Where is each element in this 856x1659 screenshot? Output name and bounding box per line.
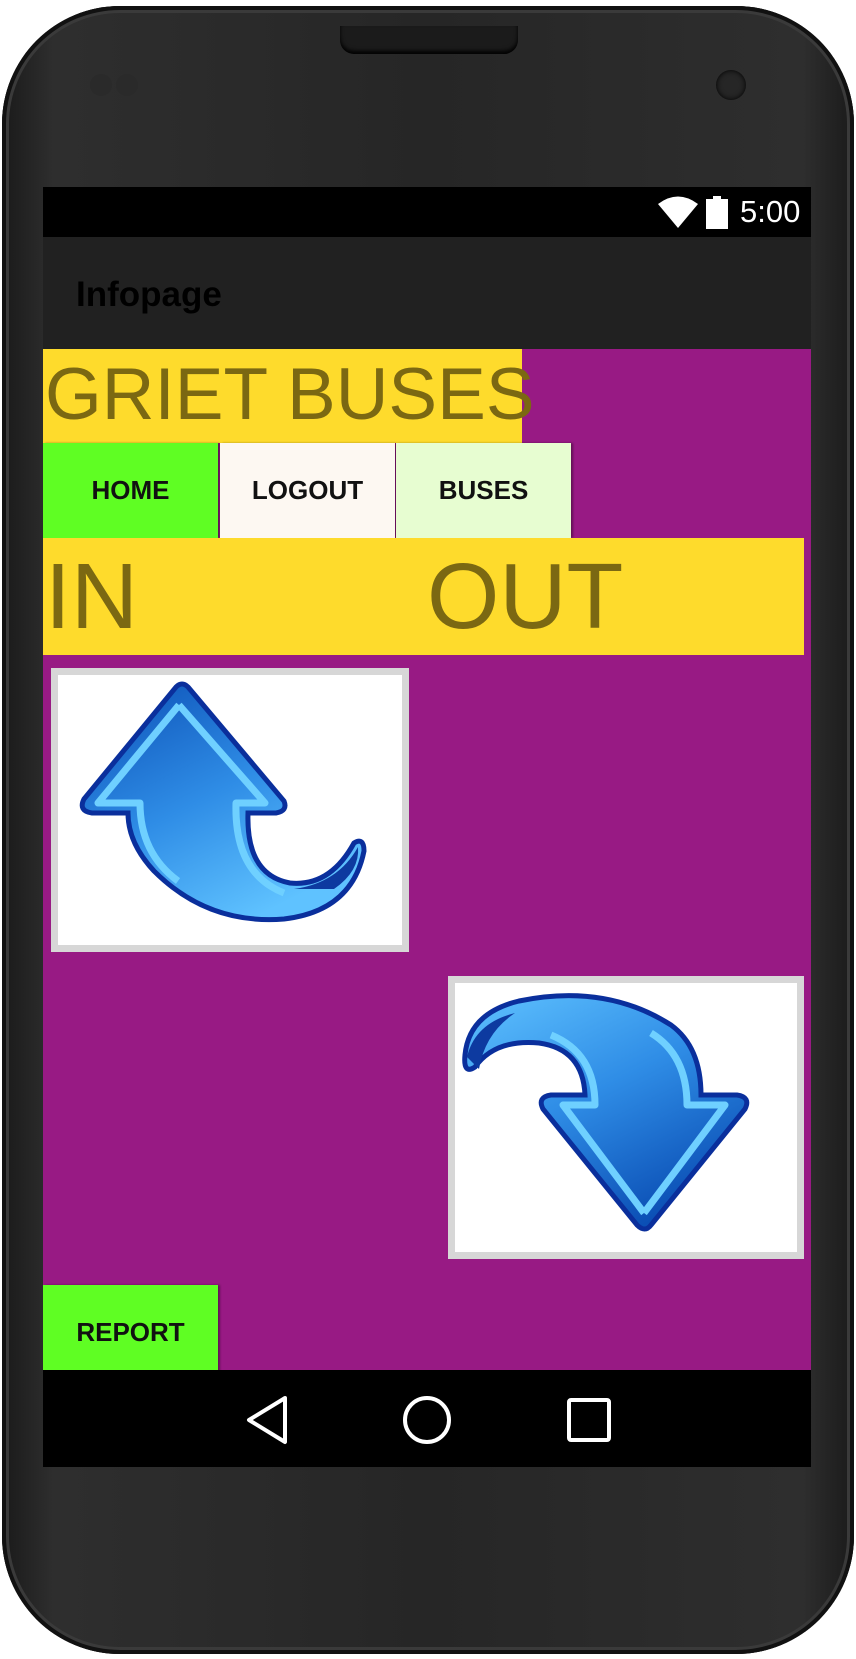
report-button[interactable]: REPORT [43, 1285, 218, 1380]
status-bar: 5:00 [43, 187, 811, 237]
home-icon[interactable] [401, 1394, 453, 1446]
curved-arrow-down-icon [462, 993, 750, 1232]
in-label: IN [45, 544, 138, 648]
battery-icon [706, 196, 728, 229]
app-title: Infopage [76, 275, 222, 314]
status-clock: 5:00 [740, 194, 801, 229]
out-label: OUT [427, 544, 624, 648]
banner-title: GRIET BUSES [45, 354, 535, 435]
system-navigation-bar [43, 1370, 811, 1467]
light-sensor [116, 74, 138, 96]
main-content: GRIET BUSES HOME LOGOUT BUSES IN OUT REP… [43, 349, 811, 1380]
recents-icon[interactable] [563, 1394, 615, 1446]
out-button[interactable] [448, 976, 804, 1259]
wifi-icon [658, 196, 698, 228]
home-button[interactable]: HOME [43, 443, 218, 538]
back-icon[interactable] [243, 1394, 295, 1446]
earpiece-speaker [340, 26, 518, 54]
direction-labels-bar: IN OUT [43, 538, 804, 655]
curved-arrow-up-icon [79, 681, 367, 923]
proximity-sensor [90, 74, 112, 96]
in-button[interactable] [51, 668, 409, 952]
title-banner: GRIET BUSES [43, 349, 535, 443]
app-bar: Infopage [43, 237, 811, 349]
buses-button[interactable]: BUSES [396, 443, 571, 538]
front-camera [716, 70, 746, 100]
device-screen: 5:00 Infopage GRIET BUSES HOME LOGOUT BU… [43, 187, 811, 1467]
logout-button[interactable]: LOGOUT [220, 443, 395, 538]
